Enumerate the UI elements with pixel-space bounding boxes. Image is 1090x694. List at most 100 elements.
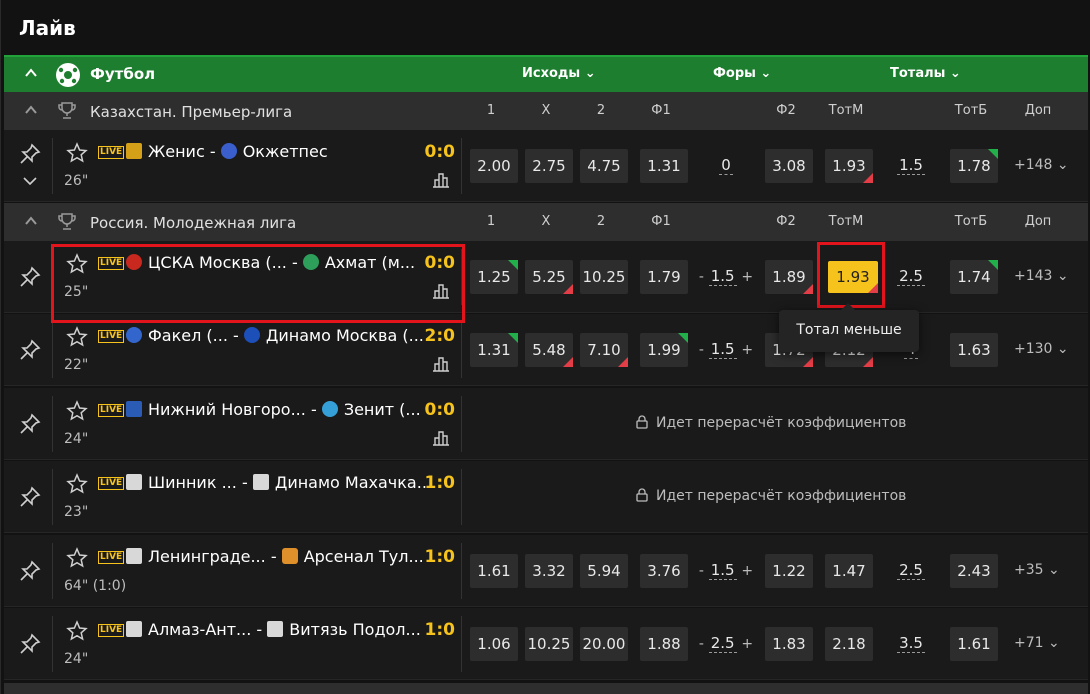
- odd-f2[interactable]: 1.89: [765, 260, 813, 294]
- divider: [52, 543, 53, 599]
- more-markets-button[interactable]: +130 ⌄: [1014, 341, 1069, 357]
- stats-icon[interactable]: [432, 428, 450, 446]
- match-teams[interactable]: Факел (... - Динамо Москва (...: [126, 326, 426, 345]
- odd-1[interactable]: 1.31: [470, 333, 518, 367]
- sport-header-football[interactable]: Футбол Исходы ⌄ Форы ⌄ Тоталы ⌄: [4, 55, 1088, 92]
- stats-icon[interactable]: [432, 170, 450, 188]
- star-icon[interactable]: [66, 142, 88, 164]
- match-row[interactable]: LIVE Факел (... - Динамо Москва (... 2:0…: [4, 314, 1088, 386]
- match-row[interactable]: LIVE Нижний Новгоро... - Зенит (... 0:0 …: [4, 388, 1088, 460]
- pin-icon[interactable]: [18, 412, 42, 436]
- odd-f2[interactable]: 1.83: [765, 627, 813, 661]
- away-team: Динамо Москва (...: [265, 326, 424, 345]
- pin-icon[interactable]: [18, 142, 42, 166]
- odd-f1[interactable]: 1.31: [640, 149, 688, 183]
- odd-f1[interactable]: 3.76: [640, 554, 688, 588]
- odd-x[interactable]: 10.25: [525, 627, 573, 661]
- odd-2[interactable]: 4.75: [580, 149, 628, 183]
- star-icon[interactable]: [66, 326, 88, 348]
- live-badge: LIVE: [98, 551, 125, 564]
- total-number: 3.5: [897, 634, 925, 653]
- odd-1[interactable]: 1.25: [470, 260, 518, 294]
- odd-f2[interactable]: 1.22: [765, 554, 813, 588]
- more-markets-button[interactable]: +71 ⌄: [1014, 635, 1060, 651]
- odd-x[interactable]: 5.48: [525, 333, 573, 367]
- trophy-icon: [58, 213, 76, 230]
- live-badge: LIVE: [98, 477, 125, 490]
- league-header[interactable]: Казахстан. Премьер-лига 1 X 2 Ф1 Ф2 ТотМ…: [4, 92, 1088, 130]
- divider: [52, 322, 53, 378]
- match-score: 2:0: [424, 326, 455, 346]
- stats-icon[interactable]: [432, 354, 450, 372]
- more-markets-button[interactable]: +35 ⌄: [1014, 562, 1060, 578]
- handicap-number: 1.5: [708, 267, 737, 286]
- odd-totb[interactable]: 1.74: [950, 260, 998, 294]
- odd-f1[interactable]: 1.88: [640, 627, 688, 661]
- chevron-down-icon: ⌄: [1056, 268, 1069, 284]
- odd-totb[interactable]: 2.43: [950, 554, 998, 588]
- odd-totb[interactable]: 1.61: [950, 627, 998, 661]
- team-logo-icon: [281, 548, 298, 564]
- pin-icon[interactable]: [18, 559, 42, 583]
- odd-totm[interactable]: 2.18: [825, 627, 873, 661]
- shirt-icon: [126, 621, 142, 637]
- match-score: 1:0: [424, 620, 455, 640]
- divider: [461, 616, 462, 672]
- odd-1[interactable]: 1.06: [470, 627, 518, 661]
- odd-f1[interactable]: 1.99: [640, 333, 688, 367]
- match-time: 23": [64, 504, 89, 520]
- chevron-down-icon: ⌄: [584, 66, 596, 81]
- odd-2[interactable]: 5.94: [580, 554, 628, 588]
- total-number: 2.5: [897, 561, 925, 580]
- league-header[interactable]: Россия. Молодежная лига 1 X 2 Ф1 Ф2 ТотМ…: [4, 203, 1088, 241]
- match-teams[interactable]: Алмаз-Ант... - Витязь Подол...: [126, 620, 428, 639]
- odd-x[interactable]: 5.25: [525, 260, 573, 294]
- pin-icon[interactable]: [18, 265, 42, 289]
- chevron-up-icon[interactable]: [24, 103, 38, 117]
- match-teams[interactable]: Ленинграде... - Арсенал Тул...: [126, 547, 428, 566]
- match-teams[interactable]: Женис - Окжетпес: [126, 142, 426, 161]
- odd-2[interactable]: 20.00: [580, 627, 628, 661]
- chevron-down-icon: ⌄: [949, 66, 961, 81]
- minus-sign: -: [698, 636, 704, 652]
- more-markets-button[interactable]: +143 ⌄: [1014, 268, 1069, 284]
- minus-sign: -: [698, 269, 704, 285]
- match-row[interactable]: LIVE Женис - Окжетпес 0:0 26" 2.00 2.75 …: [4, 130, 1088, 202]
- chevron-up-icon[interactable]: [24, 214, 38, 228]
- odd-x[interactable]: 2.75: [525, 149, 573, 183]
- pin-icon[interactable]: [18, 338, 42, 362]
- star-icon[interactable]: [66, 400, 88, 422]
- minus-sign: -: [698, 563, 704, 579]
- star-icon[interactable]: [66, 473, 88, 495]
- odd-2[interactable]: 7.10: [580, 333, 628, 367]
- separator: -: [233, 326, 239, 345]
- odd-f1[interactable]: 1.79: [640, 260, 688, 294]
- odd-2[interactable]: 10.25: [580, 260, 628, 294]
- odd-totm[interactable]: 1.93: [825, 149, 873, 183]
- more-markets-button[interactable]: +148 ⌄: [1014, 157, 1069, 173]
- col-1: 1: [486, 214, 496, 229]
- match-row[interactable]: LIVE Алмаз-Ант... - Витязь Подол... 1:0 …: [4, 608, 1088, 680]
- col-totb: ТотБ: [954, 103, 988, 118]
- star-icon[interactable]: [66, 547, 88, 569]
- odd-1[interactable]: 2.00: [470, 149, 518, 183]
- match-teams[interactable]: Шинник ... - Динамо Махачка...: [126, 473, 428, 492]
- star-icon[interactable]: [66, 620, 88, 642]
- match-row[interactable]: LIVE Ленинграде... - Арсенал Тул... 1:0 …: [4, 535, 1088, 607]
- odd-f2[interactable]: 3.08: [765, 149, 813, 183]
- group-outcomes-dropdown[interactable]: Исходы ⌄: [522, 66, 596, 81]
- pin-icon[interactable]: [18, 632, 42, 656]
- match-teams[interactable]: Нижний Новгоро... - Зенит (...: [126, 400, 424, 419]
- col-f2: Ф2: [776, 214, 796, 229]
- odd-totm[interactable]: 1.47: [825, 554, 873, 588]
- group-totals-dropdown[interactable]: Тоталы ⌄: [890, 66, 961, 81]
- chevron-up-icon[interactable]: [24, 66, 38, 80]
- pin-icon[interactable]: [18, 485, 42, 509]
- chevron-down-icon[interactable]: [22, 176, 38, 186]
- group-handicaps-dropdown[interactable]: Форы ⌄: [713, 66, 771, 81]
- odd-totb[interactable]: 1.63: [950, 333, 998, 367]
- odd-x[interactable]: 3.32: [525, 554, 573, 588]
- match-row[interactable]: LIVE Шинник ... - Динамо Махачка... 1:0 …: [4, 461, 1088, 533]
- odd-totb[interactable]: 1.78: [950, 149, 998, 183]
- odd-1[interactable]: 1.61: [470, 554, 518, 588]
